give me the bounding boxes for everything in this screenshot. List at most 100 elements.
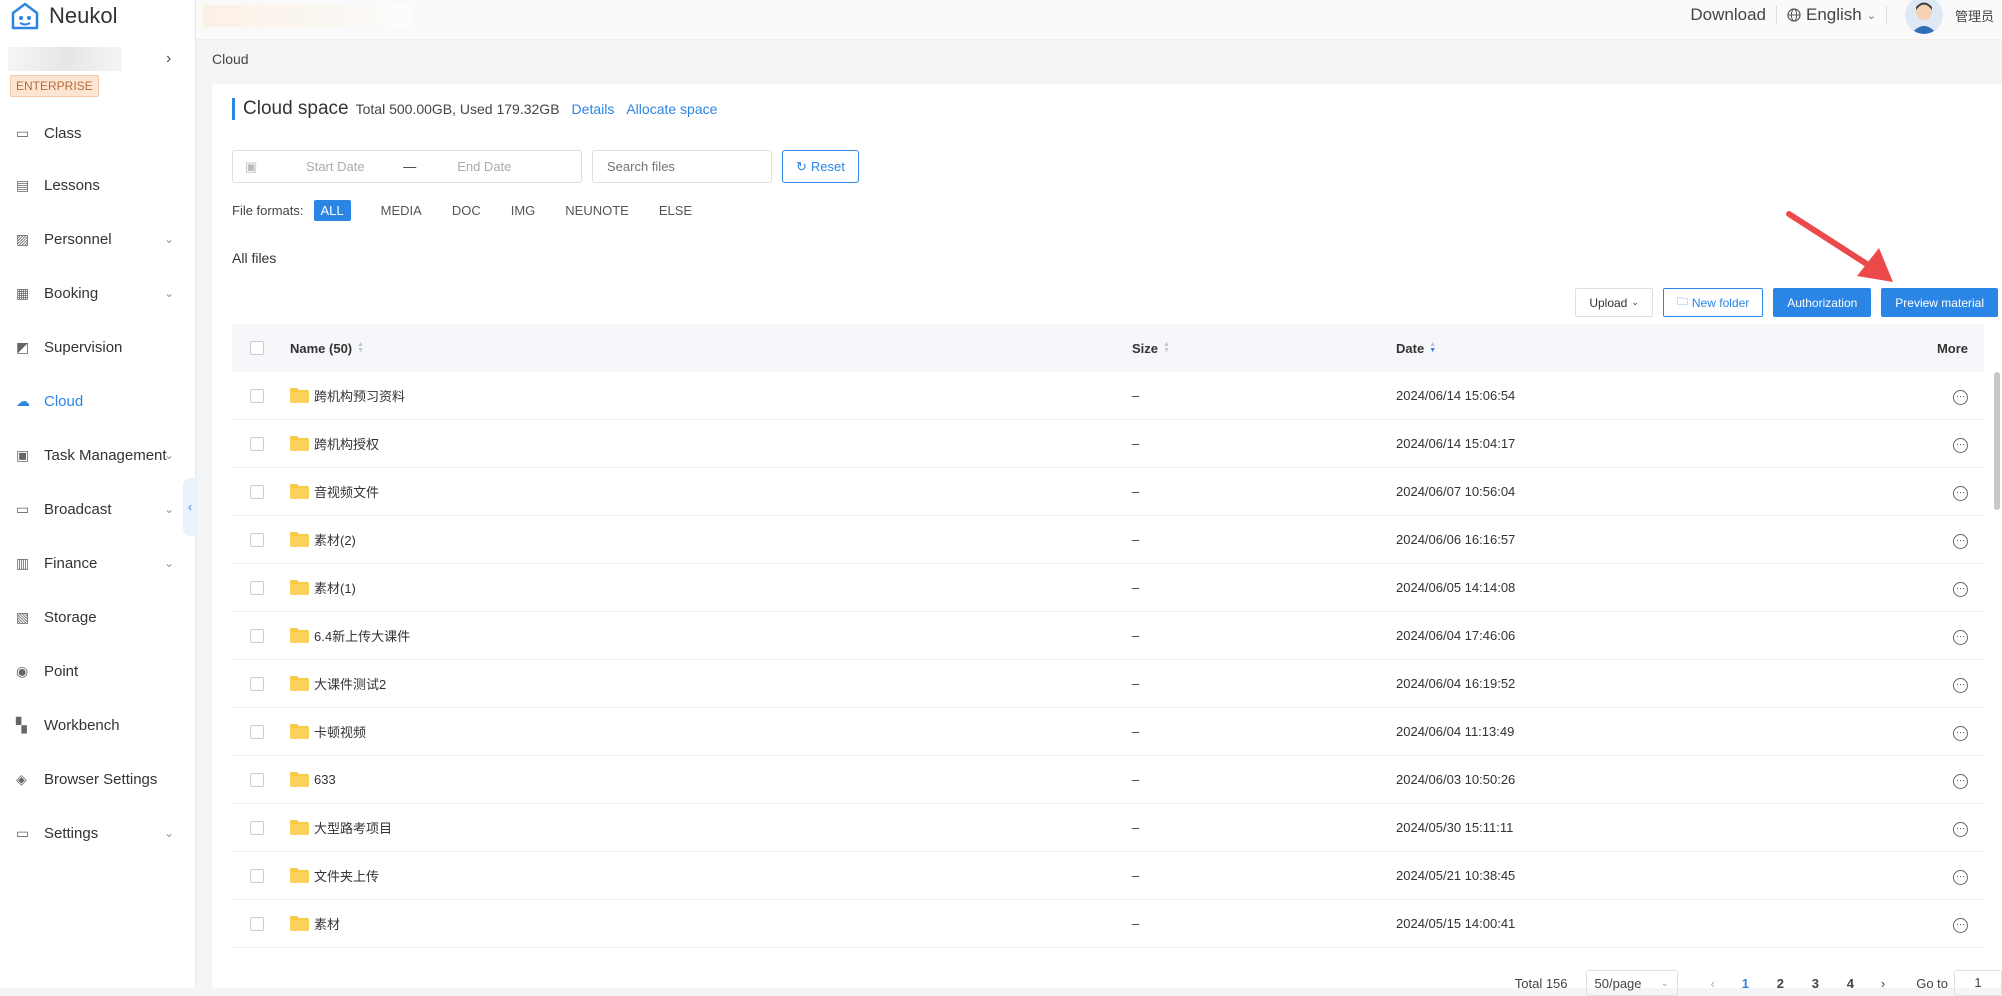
table-row[interactable]: 音视频文件 – 2024/06/07 10:56:04 ··· [232, 468, 1984, 516]
format-tab-else[interactable]: ELSE [659, 203, 692, 218]
table-row[interactable]: 633 – 2024/06/03 10:50:26 ··· [232, 756, 1984, 804]
sidebar-item-workbench[interactable]: ▚ Workbench [0, 698, 196, 752]
page-size-select[interactable]: 50/page ⌄ [1585, 970, 1678, 996]
table-row[interactable]: 素材(1) – 2024/06/05 14:14:08 ··· [232, 564, 1984, 612]
allocate-space-link[interactable]: Allocate space [626, 101, 717, 117]
sidebar-item-personnel[interactable]: ▨ Personnel ⌄ [0, 212, 196, 266]
format-tab-all[interactable]: ALL [313, 200, 351, 221]
details-link[interactable]: Details [572, 101, 615, 117]
sidebar-item-task-management[interactable]: ▣ Task Management ⌄ [0, 428, 196, 482]
page-number[interactable]: 1 [1728, 976, 1763, 991]
row-checkbox[interactable] [250, 676, 264, 691]
sidebar-item-lessons[interactable]: ▤ Lessons [0, 158, 196, 212]
new-folder-button[interactable]: 🗀 New folder [1662, 288, 1764, 317]
file-name[interactable]: 大型路考项目 [314, 818, 392, 837]
row-checkbox[interactable] [250, 820, 264, 835]
table-row[interactable]: 跨机构预习资料 – 2024/06/14 15:06:54 ··· [232, 372, 1984, 420]
file-name[interactable]: 素材(2) [314, 530, 356, 549]
select-all-checkbox[interactable] [250, 341, 264, 355]
authorization-button[interactable]: Authorization [1773, 288, 1872, 317]
sidebar-item-finance[interactable]: ▥ Finance ⌄ [0, 536, 196, 590]
row-checkbox[interactable] [250, 484, 264, 499]
sidebar-item-cloud[interactable]: ☁ Cloud [0, 374, 196, 428]
table-row[interactable]: 卡顿视频 – 2024/06/04 11:13:49 ··· [232, 708, 1984, 756]
more-options-icon[interactable]: ··· [1953, 821, 1968, 837]
row-checkbox[interactable] [250, 436, 264, 451]
page-number[interactable]: 4 [1833, 976, 1868, 991]
sort-icon[interactable]: ▲ ▼ [1163, 341, 1170, 354]
file-name[interactable]: 跨机构预习资料 [314, 386, 405, 405]
row-checkbox[interactable] [250, 916, 264, 931]
more-options-icon[interactable]: ··· [1953, 725, 1968, 741]
app-logo[interactable]: Neukol [10, 2, 117, 30]
collapse-sidebar-button[interactable]: ‹ [183, 478, 197, 536]
file-name[interactable]: 跨机构授权 [314, 434, 379, 453]
reset-button[interactable]: ↻ Reset [782, 150, 859, 183]
size-column-header[interactable]: Size [1132, 341, 1158, 356]
sidebar-item-broadcast[interactable]: ▭ Broadcast ⌄ [0, 482, 196, 536]
next-page-button[interactable]: › [1881, 976, 1885, 991]
sort-icon[interactable]: ▲ ▼ [357, 341, 364, 354]
upload-button[interactable]: Upload ⌄ [1575, 288, 1653, 317]
search-input[interactable] [592, 150, 772, 183]
table-row[interactable]: 素材 – 2024/05/15 14:00:41 ··· [232, 900, 1984, 948]
row-checkbox[interactable] [250, 772, 264, 787]
row-checkbox[interactable] [250, 628, 264, 643]
format-tab-neunote[interactable]: NEUNOTE [565, 203, 629, 218]
sidebar-item-booking[interactable]: ▦ Booking ⌄ [0, 266, 196, 320]
file-name[interactable]: 音视频文件 [314, 482, 379, 501]
sidebar-item-browser-settings[interactable]: ◈ Browser Settings [0, 752, 196, 806]
end-date-input[interactable]: End Date [424, 159, 544, 174]
more-options-icon[interactable]: ··· [1953, 869, 1968, 885]
row-checkbox[interactable] [250, 532, 264, 547]
sidebar-item-point[interactable]: ◉ Point [0, 644, 196, 698]
sidebar-item-class[interactable]: ▭ Class [0, 108, 196, 158]
format-tab-doc[interactable]: DOC [452, 203, 481, 218]
table-row[interactable]: 大课件测试2 – 2024/06/04 16:19:52 ··· [232, 660, 1984, 708]
table-row[interactable]: 6.4新上传大课件 – 2024/06/04 17:46:06 ··· [232, 612, 1984, 660]
more-options-icon[interactable]: ··· [1953, 581, 1968, 597]
file-name[interactable]: 6.4新上传大课件 [314, 626, 410, 645]
language-selector[interactable]: English ⌄ [1787, 5, 1876, 25]
prev-page-button[interactable]: ‹ [1711, 976, 1715, 991]
row-checkbox[interactable] [250, 580, 264, 595]
date-column-header[interactable]: Date [1396, 341, 1424, 356]
page-number[interactable]: 2 [1763, 976, 1798, 991]
sort-icon[interactable]: ▲ ▼ [1429, 341, 1436, 354]
file-name[interactable]: 633 [314, 772, 336, 787]
sidebar-item-storage[interactable]: ▧ Storage [0, 590, 196, 644]
row-checkbox[interactable] [250, 724, 264, 739]
page-number[interactable]: 3 [1798, 976, 1833, 991]
organization-name[interactable] [8, 47, 122, 71]
table-row[interactable]: 素材(2) – 2024/06/06 16:16:57 ··· [232, 516, 1984, 564]
file-name[interactable]: 素材 [314, 914, 340, 933]
name-column-header[interactable]: Name (50) [290, 341, 352, 356]
file-name[interactable]: 文件夹上传 [314, 866, 379, 885]
table-row[interactable]: 文件夹上传 – 2024/05/21 10:38:45 ··· [232, 852, 1984, 900]
more-options-icon[interactable]: ··· [1953, 389, 1968, 405]
download-link[interactable]: Download [1690, 5, 1766, 25]
row-checkbox[interactable] [250, 868, 264, 883]
table-scrollbar[interactable] [1994, 372, 2000, 510]
more-options-icon[interactable]: ··· [1953, 677, 1968, 693]
more-options-icon[interactable]: ··· [1953, 533, 1968, 549]
sidebar-item-supervision[interactable]: ◩ Supervision [0, 320, 196, 374]
user-name[interactable]: 管理员 [1955, 6, 1994, 25]
file-name[interactable]: 素材(1) [314, 578, 356, 597]
file-name[interactable]: 大课件测试2 [314, 674, 386, 693]
more-options-icon[interactable]: ··· [1953, 773, 1968, 789]
start-date-input[interactable]: Start Date [275, 159, 395, 174]
more-options-icon[interactable]: ··· [1953, 485, 1968, 501]
chevron-right-icon[interactable]: › [166, 50, 171, 68]
more-options-icon[interactable]: ··· [1953, 917, 1968, 933]
table-row[interactable]: 大型路考项目 – 2024/05/30 15:11:11 ··· [232, 804, 1984, 852]
table-row[interactable]: 跨机构授权 – 2024/06/14 15:04:17 ··· [232, 420, 1984, 468]
goto-page-input[interactable]: 1 [1954, 970, 2002, 996]
more-options-icon[interactable]: ··· [1953, 437, 1968, 453]
file-name[interactable]: 卡顿视频 [314, 722, 366, 741]
row-checkbox[interactable] [250, 388, 264, 403]
format-tab-media[interactable]: MEDIA [381, 203, 422, 218]
avatar[interactable] [1904, 0, 1943, 34]
date-range-picker[interactable]: ▣ Start Date — End Date [232, 150, 582, 183]
sidebar-item-settings[interactable]: ▭ Settings ⌄ [0, 806, 196, 860]
